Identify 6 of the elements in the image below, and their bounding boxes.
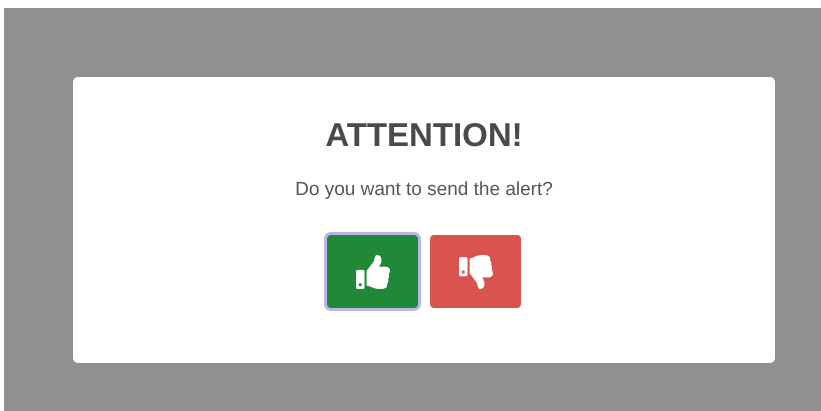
dialog-title: ATTENTION! (325, 115, 523, 155)
thumbs-up-icon (356, 254, 390, 288)
thumbs-up-button[interactable] (327, 235, 418, 308)
thumbs-down-icon (458, 254, 492, 288)
thumbs-down-button[interactable] (430, 235, 521, 308)
dialog-message: Do you want to send the alert? (295, 178, 553, 202)
